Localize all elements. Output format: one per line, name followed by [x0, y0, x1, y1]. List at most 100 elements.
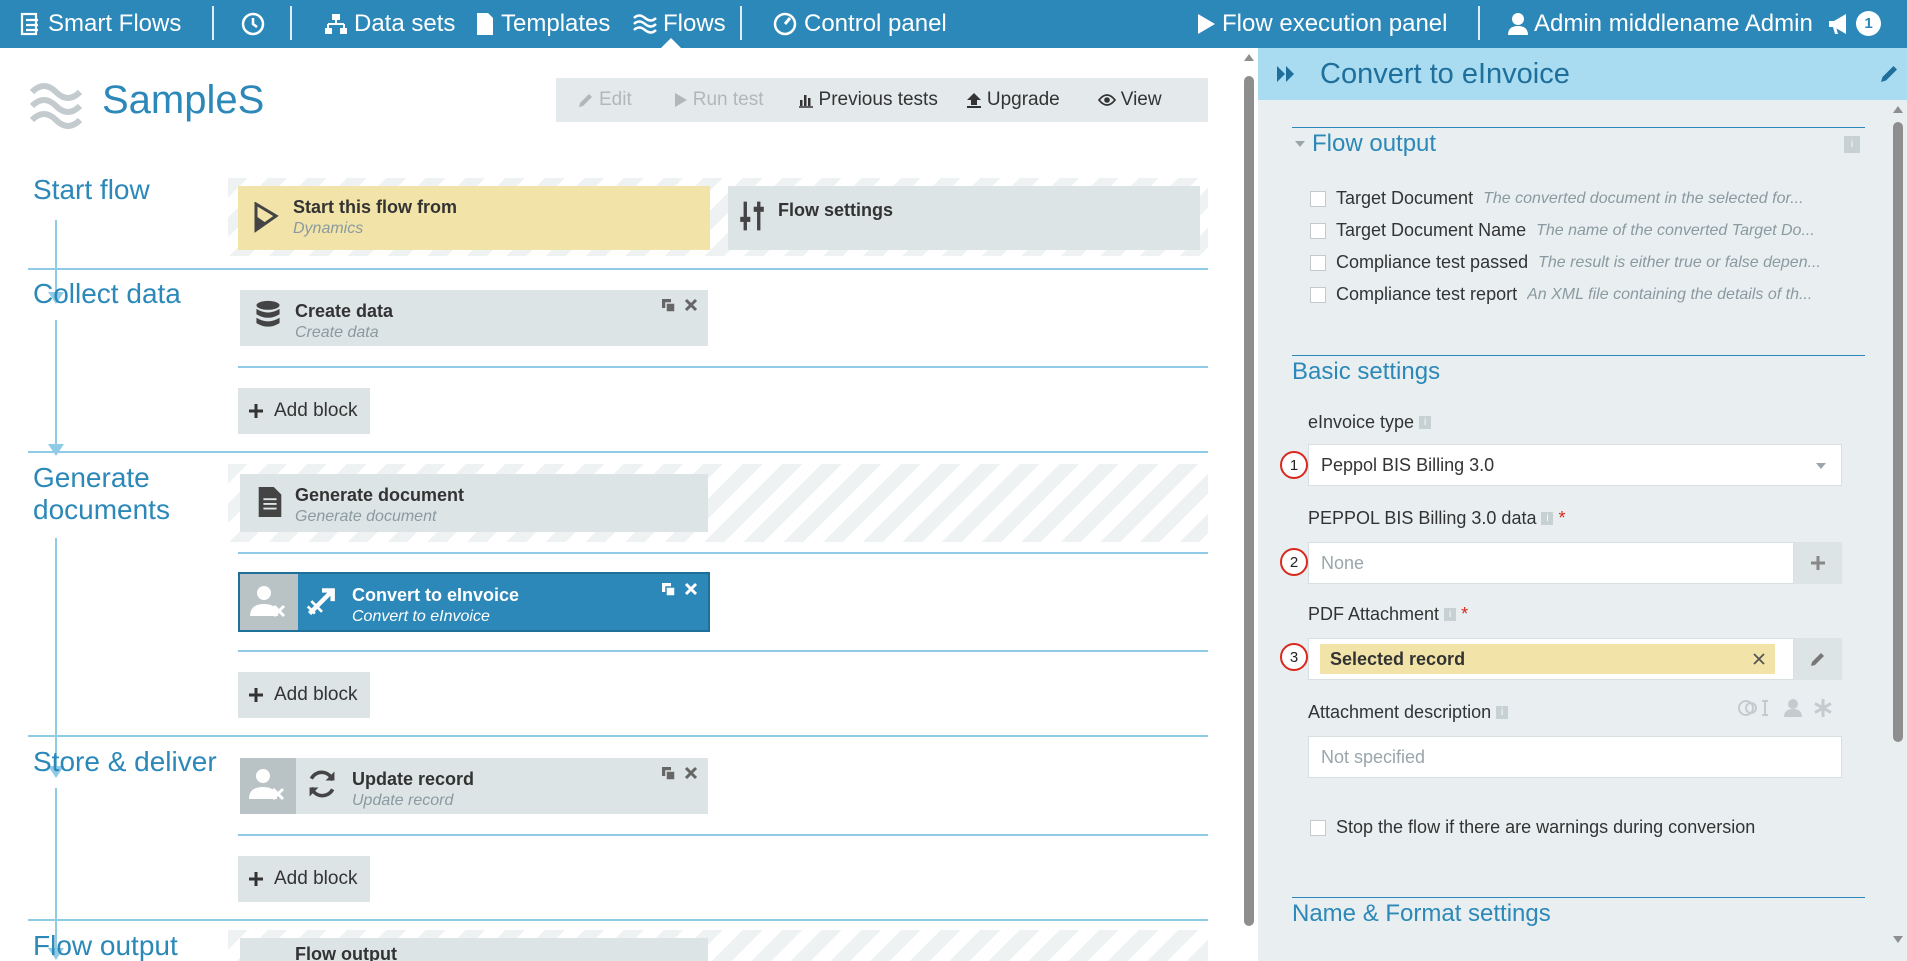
section-collect-data: Collect data [33, 278, 181, 309]
history-button[interactable] [240, 0, 266, 48]
chevron-down-icon[interactable] [1294, 140, 1306, 148]
attachment-description-input[interactable]: Not specified [1308, 736, 1842, 778]
upgrade-button[interactable]: Upgrade [952, 89, 1074, 111]
flow-output-block[interactable]: Flow output [240, 938, 708, 961]
basic-settings-heading: Basic settings [1292, 358, 1441, 385]
input-placeholder: None [1321, 552, 1365, 573]
scrollbar-thumb[interactable] [1893, 122, 1903, 742]
flow-output-heading[interactable]: Flow output [1312, 130, 1436, 158]
user-remove-icon [249, 769, 285, 801]
pencil-icon [1811, 653, 1824, 666]
close-icon[interactable] [684, 582, 698, 596]
checkbox[interactable] [1310, 254, 1326, 271]
info-icon[interactable]: i [1444, 608, 1457, 621]
add-data-button[interactable] [1794, 542, 1842, 584]
announcements-button[interactable] [1828, 0, 1852, 48]
marker-2: 2 [1280, 548, 1308, 576]
flow-scrollbar[interactable] [1240, 48, 1258, 961]
checkbox[interactable] [1310, 286, 1326, 303]
info-icon[interactable]: i [1541, 512, 1554, 525]
create-data-block[interactable]: Create data Create data [240, 290, 708, 346]
close-icon[interactable] [684, 766, 698, 780]
generate-document-block[interactable]: Generate document Generate document [240, 474, 708, 532]
copy-icon[interactable] [661, 766, 676, 781]
marker-1: 1 [1280, 451, 1308, 479]
notification-count-badge: 1 [1856, 11, 1881, 36]
convert-einvoice-block[interactable]: Convert to eInvoice Convert to eInvoice [238, 572, 710, 632]
flow-output-item[interactable]: Target Document The converted document i… [1310, 188, 1840, 209]
checkbox-description: The result is either true or false depen… [1538, 253, 1821, 271]
nav-control-panel[interactable]: Control panel [772, 0, 947, 48]
checkbox[interactable] [1310, 190, 1326, 207]
peppol-data-input[interactable]: None [1308, 542, 1794, 584]
flow-output-item[interactable]: Target Document Name The name of the con… [1310, 220, 1840, 241]
user-name: Admin middlename Admin [1534, 10, 1813, 37]
edit-attachment-button[interactable] [1794, 638, 1842, 680]
checkbox-label: Compliance test report [1336, 284, 1518, 304]
pencil-icon [579, 94, 592, 107]
add-block-label: Add block [274, 400, 358, 421]
play-icon [674, 93, 687, 107]
add-block-button[interactable]: Add block [238, 856, 370, 902]
block-title: Flow output [295, 944, 397, 961]
flow-output-item[interactable]: Compliance test report An XML file conta… [1310, 284, 1840, 305]
user-menu[interactable]: Admin middlename Admin [1508, 0, 1813, 48]
peppol-data-label: PEPPOL BIS Billing 3.0 data i * [1308, 508, 1565, 529]
flow-output-item[interactable]: Compliance test passed The result is eit… [1310, 252, 1840, 273]
info-icon[interactable]: i [1419, 416, 1432, 429]
nav-templates[interactable]: Templates [475, 0, 610, 48]
field-label-text: Attachment description [1308, 702, 1492, 722]
checkbox-label: Target Document [1336, 188, 1474, 208]
collapse-panel-icon[interactable] [1276, 65, 1296, 83]
block-title: Start this flow from [293, 197, 458, 217]
info-icon[interactable]: i [1496, 706, 1509, 719]
copy-icon[interactable] [661, 298, 676, 313]
einvoice-type-select[interactable]: Peppol BIS Billing 3.0 [1308, 444, 1842, 486]
edit-button[interactable]: Edit [564, 89, 646, 111]
asterisk-icon[interactable] [1814, 698, 1832, 718]
flow-execution-panel-button[interactable]: Flow execution panel [1196, 0, 1447, 48]
block-divider [238, 552, 1208, 554]
section-divider [28, 268, 1208, 270]
flow-settings-block[interactable]: Flow settings [728, 186, 1200, 250]
sliders-icon [740, 201, 764, 231]
copy-icon[interactable] [661, 582, 676, 597]
scroll-down-arrow[interactable] [1893, 936, 1903, 943]
close-icon[interactable] [684, 298, 698, 312]
run-test-button[interactable]: Run test [660, 89, 778, 111]
checkbox[interactable] [1310, 222, 1326, 239]
field-label-text: eInvoice type [1308, 412, 1415, 432]
checkbox[interactable] [1310, 819, 1326, 836]
pdf-attachment-label: PDF Attachment i * [1308, 604, 1468, 625]
required-asterisk: * [1558, 508, 1566, 528]
panel-title: Convert to eInvoice [1320, 58, 1570, 90]
add-block-button[interactable]: Add block [238, 388, 370, 434]
view-button[interactable]: View [1084, 89, 1176, 111]
scroll-up-arrow[interactable] [1244, 54, 1254, 61]
scrollbar-thumb[interactable] [1244, 76, 1254, 926]
remove-icon[interactable] [1753, 653, 1765, 665]
plus-icon [249, 688, 263, 702]
selected-record-chip[interactable]: Selected record [1320, 644, 1775, 674]
panel-scrollbar[interactable] [1889, 100, 1907, 961]
scroll-up-arrow[interactable] [1893, 106, 1903, 113]
field-label-text: PDF Attachment [1308, 604, 1440, 624]
nav-data-sets[interactable]: Data sets [324, 0, 455, 48]
section-divider [28, 451, 1208, 453]
info-icon[interactable]: i [1844, 136, 1860, 153]
chip-label: Selected record [1330, 648, 1466, 669]
block-subtitle: Create data [295, 324, 379, 341]
update-record-block[interactable]: Update record Update record [240, 758, 708, 814]
block-title: Convert to eInvoice [352, 585, 520, 605]
document-icon [258, 486, 282, 518]
insert-field-icon[interactable] [1738, 698, 1770, 718]
flow-waves-icon [30, 83, 82, 129]
add-block-button[interactable]: Add block [238, 672, 370, 718]
stop-on-warnings-option[interactable]: Stop the flow if there are warnings duri… [1310, 817, 1840, 838]
previous-tests-button[interactable]: Previous tests [784, 89, 952, 111]
user-icon[interactable] [1784, 698, 1802, 718]
start-trigger-block[interactable]: Start this flow from Dynamics [238, 186, 710, 250]
app-home-link[interactable]: Smart Flows [20, 0, 181, 48]
clock-icon [241, 12, 265, 36]
pencil-icon[interactable] [1880, 63, 1900, 83]
